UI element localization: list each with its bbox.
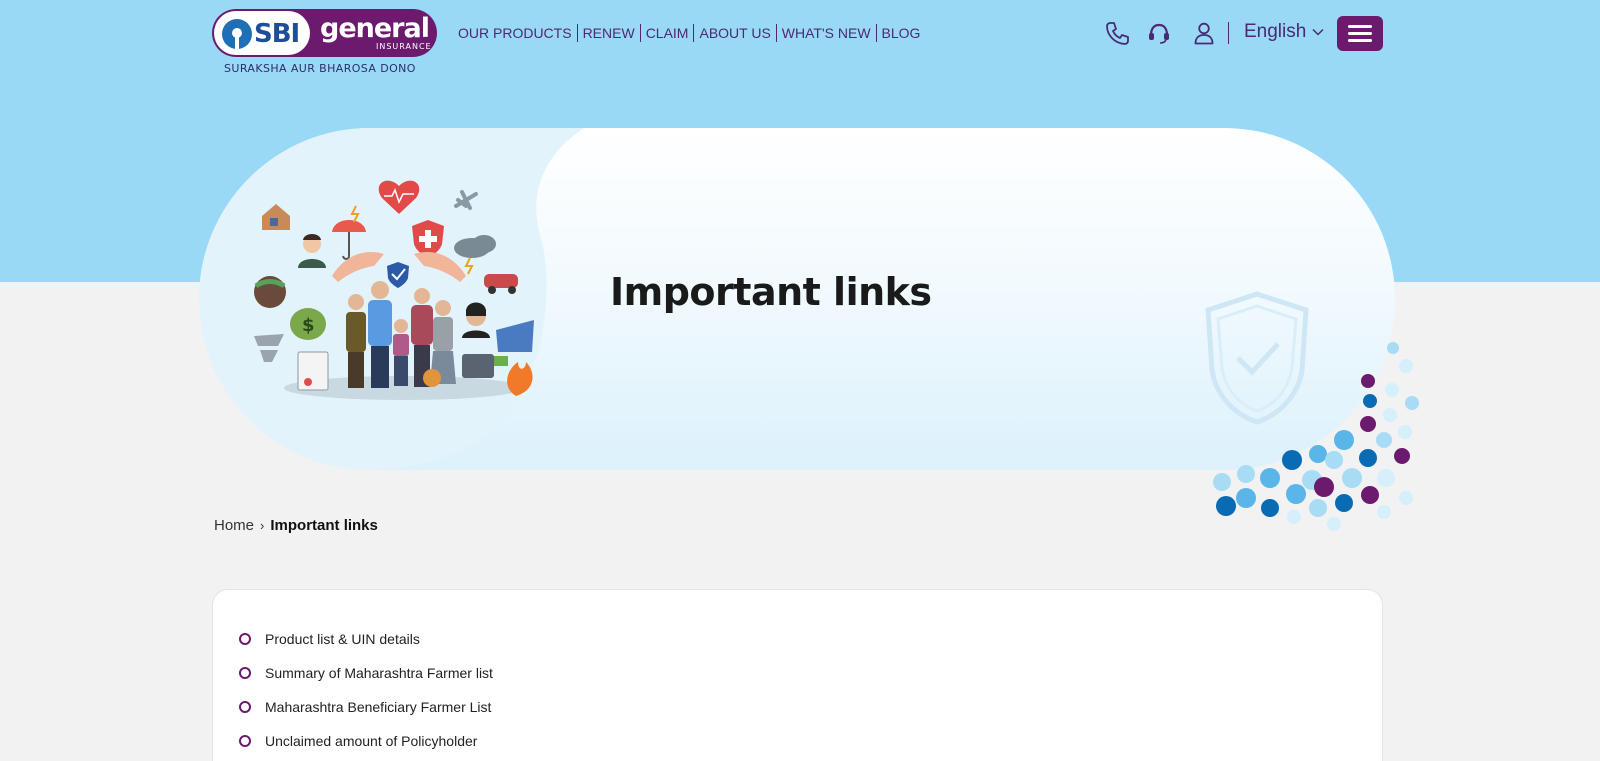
logo-insurance-text: INSURANCE bbox=[376, 42, 432, 51]
family-insurance-illustration: $ bbox=[254, 180, 534, 400]
nav-renew[interactable]: RENEW bbox=[578, 24, 641, 42]
circle-bullet-icon bbox=[239, 735, 251, 747]
main-nav: OUR PRODUCTS RENEW CLAIM ABOUT US WHAT'S… bbox=[458, 24, 925, 42]
logo-tagline: SURAKSHA AUR BHAROSA DONO bbox=[224, 62, 416, 75]
link-summary-maharashtra-farmer-list[interactable]: Summary of Maharashtra Farmer list bbox=[239, 656, 493, 690]
link-label: Unclaimed amount of Policyholder bbox=[265, 733, 478, 749]
breadcrumb-home-link[interactable]: Home bbox=[214, 517, 254, 534]
nav-blog[interactable]: BLOG bbox=[877, 24, 926, 42]
nav-about-us[interactable]: ABOUT US bbox=[694, 24, 777, 42]
page-title: Important links bbox=[610, 270, 932, 314]
sbi-general-logo[interactable]: SBI general INSURANCE SURAKSHA AUR BHARO… bbox=[212, 9, 437, 77]
nav-whats-new[interactable]: WHAT'S NEW bbox=[777, 24, 877, 42]
link-unclaimed-amount-policyholder[interactable]: Unclaimed amount of Policyholder bbox=[239, 724, 493, 758]
circle-bullet-icon bbox=[239, 701, 251, 713]
link-product-list-uin[interactable]: Product list & UIN details bbox=[239, 622, 493, 656]
circle-bullet-icon bbox=[239, 633, 251, 645]
language-label: English bbox=[1244, 21, 1307, 42]
link-maharashtra-beneficiary-farmer-list[interactable]: Maharashtra Beneficiary Farmer List bbox=[239, 690, 493, 724]
hamburger-line bbox=[1348, 32, 1372, 35]
logo-general-text: general bbox=[320, 13, 430, 44]
important-links-card: Product list & UIN details Summary of Ma… bbox=[212, 589, 1383, 761]
hamburger-line bbox=[1348, 25, 1372, 28]
logo-sbi-badge: SBI bbox=[214, 11, 310, 55]
circle-bullet-icon bbox=[239, 667, 251, 679]
user-icon[interactable] bbox=[1191, 20, 1217, 46]
nav-claim[interactable]: CLAIM bbox=[641, 24, 695, 42]
breadcrumb-current: Important links bbox=[270, 517, 378, 534]
link-label: Maharashtra Beneficiary Farmer List bbox=[265, 699, 492, 715]
logo-sbi-text: SBI bbox=[254, 19, 300, 49]
breadcrumb: Home › Important links bbox=[214, 517, 378, 534]
chevron-down-icon bbox=[1312, 28, 1324, 36]
sbi-keyhole-icon bbox=[222, 19, 252, 49]
important-links-list: Product list & UIN details Summary of Ma… bbox=[239, 622, 493, 758]
svg-text:$: $ bbox=[302, 315, 315, 336]
hamburger-line bbox=[1348, 39, 1372, 42]
breadcrumb-separator: › bbox=[260, 518, 265, 533]
phone-icon[interactable] bbox=[1104, 20, 1130, 46]
site-header: SBI general INSURANCE SURAKSHA AUR BHARO… bbox=[0, 0, 1600, 80]
nav-our-products[interactable]: OUR PRODUCTS bbox=[458, 24, 578, 42]
link-label: Product list & UIN details bbox=[265, 631, 420, 647]
link-label: Summary of Maharashtra Farmer list bbox=[265, 665, 493, 681]
language-selector[interactable]: English bbox=[1244, 21, 1324, 43]
headset-icon[interactable] bbox=[1146, 20, 1172, 46]
hamburger-menu-button[interactable] bbox=[1337, 16, 1383, 51]
logo-pill: SBI general INSURANCE bbox=[212, 9, 437, 57]
language-divider bbox=[1228, 22, 1229, 44]
decorative-dots-pattern bbox=[1213, 342, 1419, 531]
